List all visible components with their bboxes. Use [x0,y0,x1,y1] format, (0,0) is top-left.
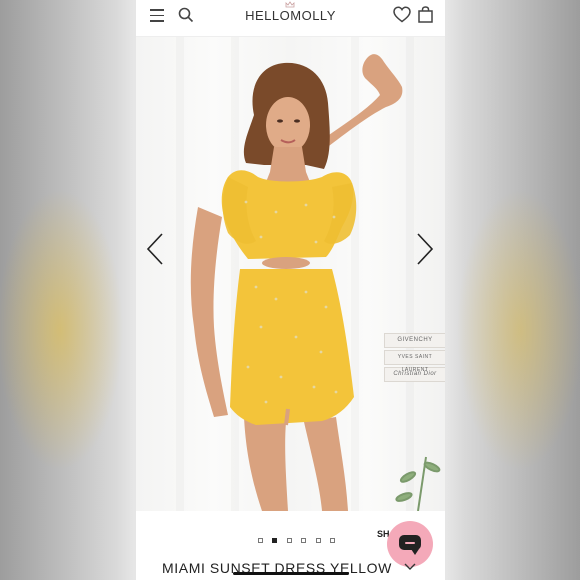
slide-dot[interactable] [286,538,292,543]
logo-crown-icon [285,1,295,8]
slide-dot[interactable] [330,538,336,543]
slide-dot[interactable] [315,538,321,543]
chat-button[interactable] [387,521,433,567]
shopping-bag-icon[interactable] [418,6,433,23]
phone-screen: HELLOMOLLY GIVENCHY YVES SAINT Christian… [136,0,445,580]
top-nav-bar: HELLOMOLLY [136,0,445,37]
product-photo[interactable]: GIVENCHY YVES SAINT LAURENT Christian Di… [136,37,445,511]
slide-dot[interactable] [301,538,307,543]
chat-bubble-icon [399,535,421,555]
slide-dot[interactable] [258,538,263,543]
book-spine: GIVENCHY [384,333,445,348]
heart-icon[interactable] [393,6,411,23]
book-spine: Christian Dior [384,367,445,382]
slide-indicator [258,530,340,543]
chevron-left-icon[interactable] [144,231,166,267]
slide-dot-active[interactable] [272,538,278,543]
decor-books: GIVENCHY YVES SAINT LAURENT Christian Di… [384,333,445,384]
chevron-right-icon[interactable] [414,231,436,267]
book-spine: YVES SAINT LAURENT [384,350,445,373]
chevron-down-icon[interactable] [404,563,416,571]
home-indicator[interactable] [233,572,349,575]
